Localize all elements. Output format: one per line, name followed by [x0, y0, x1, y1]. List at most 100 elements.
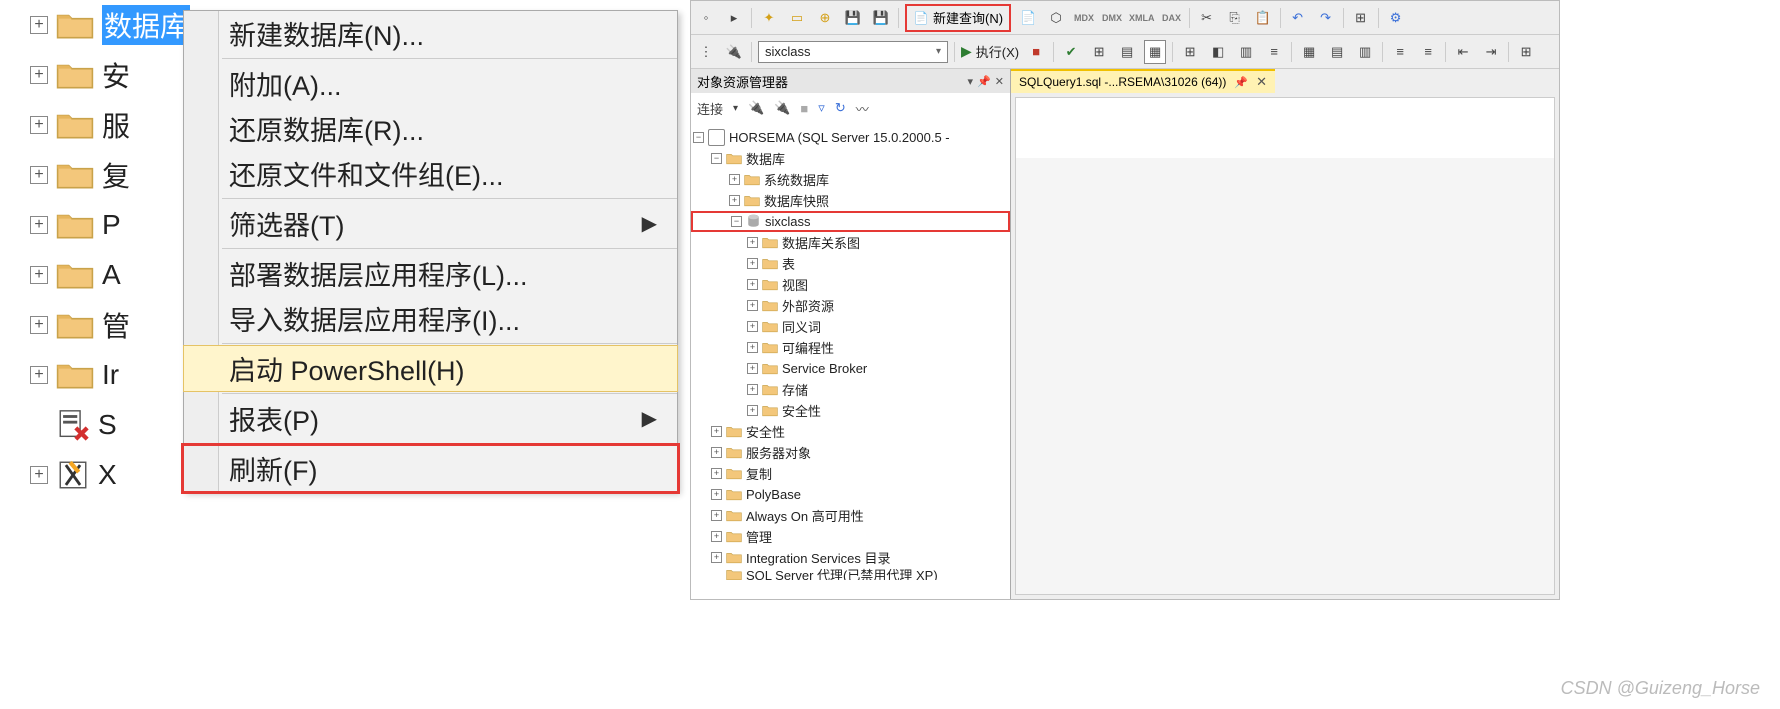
tree-node[interactable]: 存储	[691, 379, 1010, 400]
include-icon[interactable]: ⊞	[1179, 40, 1201, 64]
expand-icon[interactable]: +	[30, 166, 48, 184]
tree-node[interactable]: 视图	[691, 274, 1010, 295]
tree-node[interactable]: 安全性	[691, 421, 1010, 442]
menu-new-database[interactable]: 新建数据库(N)...	[184, 11, 677, 56]
menu-filter[interactable]: 筛选器(T)▶	[184, 201, 677, 246]
expand-icon[interactable]	[711, 468, 722, 479]
parse-icon[interactable]: ✔	[1060, 40, 1082, 64]
client-icon[interactable]: ▥	[1235, 40, 1257, 64]
expand-icon[interactable]	[711, 531, 722, 542]
dropdown-icon[interactable]: ▾	[968, 75, 974, 88]
editor-body[interactable]	[1015, 97, 1555, 595]
expand-icon[interactable]	[747, 237, 758, 248]
xmla-icon[interactable]: XMLA	[1129, 6, 1155, 30]
redo-icon[interactable]: ↷	[1315, 6, 1337, 30]
stop-icon[interactable]: ■	[1025, 40, 1047, 64]
expand-icon[interactable]	[711, 510, 722, 521]
sixclass-db-node[interactable]: sixclass	[691, 211, 1010, 232]
tree-node[interactable]: 服务器对象	[691, 442, 1010, 463]
expand-icon[interactable]	[711, 552, 722, 563]
refresh-icon[interactable]: ↻	[835, 100, 846, 116]
expand-icon[interactable]: +	[30, 66, 48, 84]
menu-start-powershell[interactable]: 启动 PowerShell(H)	[184, 346, 677, 391]
close-icon[interactable]: ✕	[1256, 74, 1267, 90]
grid-icon[interactable]: ▦	[1298, 40, 1320, 64]
add-icon[interactable]: ⊕	[814, 6, 836, 30]
expand-icon[interactable]	[747, 258, 758, 269]
expand-icon[interactable]: +	[30, 466, 48, 484]
tree-node[interactable]: Always On 高可用性	[691, 505, 1010, 526]
nav-fwd-icon[interactable]: ▸	[723, 6, 745, 30]
expand-icon[interactable]: +	[30, 366, 48, 384]
specify-icon[interactable]: ⊞	[1515, 40, 1537, 64]
pin-icon[interactable]: 📌	[1234, 76, 1248, 89]
close-icon[interactable]: ✕	[995, 75, 1004, 88]
tool-icon[interactable]: ⚙	[1385, 6, 1407, 30]
comment-icon[interactable]: ≡	[1389, 40, 1411, 64]
activity-icon[interactable]: 〰	[856, 99, 869, 118]
menu-refresh[interactable]: 刷新(F)	[184, 446, 677, 491]
expand-icon[interactable]	[711, 447, 722, 458]
menu-restore-db[interactable]: 还原数据库(R)...	[184, 106, 677, 151]
expand-icon[interactable]: +	[30, 266, 48, 284]
properties-icon[interactable]: ⊞	[1350, 6, 1372, 30]
disconnect-all-icon[interactable]: 🔌	[774, 100, 790, 116]
filter-icon[interactable]: ▿	[818, 100, 825, 116]
collapse-icon[interactable]	[711, 153, 722, 164]
tree-node[interactable]: 管理	[691, 526, 1010, 547]
database-combo[interactable]: sixclass ▾	[758, 41, 948, 63]
cube-icon[interactable]: ⬡	[1045, 6, 1067, 30]
undo-icon[interactable]: ↶	[1287, 6, 1309, 30]
expand-icon[interactable]	[747, 321, 758, 332]
connect-label[interactable]: 连接	[697, 99, 723, 118]
tree-node[interactable]: 系统数据库	[691, 169, 1010, 190]
expand-icon[interactable]: +	[30, 16, 48, 34]
tree-node[interactable]: 可编程性	[691, 337, 1010, 358]
indent-icon[interactable]: ⇤	[1452, 40, 1474, 64]
expand-icon[interactable]: +	[30, 216, 48, 234]
nav-back-icon[interactable]: ◦	[695, 6, 717, 30]
new-project-icon[interactable]: ✦	[758, 6, 780, 30]
results-grid-icon[interactable]: ▦	[1144, 40, 1166, 64]
editor-tab[interactable]: SQLQuery1.sql -...RSEMA\31026 (64)) 📌 ✕	[1011, 69, 1275, 93]
tree-node[interactable]: 安全性	[691, 400, 1010, 421]
expand-icon[interactable]	[747, 342, 758, 353]
expand-icon[interactable]	[747, 300, 758, 311]
expand-icon[interactable]	[711, 426, 722, 437]
expand-icon[interactable]	[747, 405, 758, 416]
file-icon[interactable]: ▥	[1354, 40, 1376, 64]
collapse-icon[interactable]	[731, 216, 742, 227]
expand-icon[interactable]	[747, 363, 758, 374]
copy-icon[interactable]: ⎘	[1224, 6, 1246, 30]
server-node[interactable]: HORSEMA (SQL Server 15.0.2000.5 -	[691, 127, 1010, 148]
dax-icon[interactable]: DAX	[1161, 6, 1183, 30]
save-icon[interactable]: 💾	[842, 6, 864, 30]
sql-agent-node[interactable]: SQL Server 代理(已禁用代理 XP)	[691, 568, 1010, 580]
databases-node[interactable]: 数据库	[691, 148, 1010, 169]
expand-icon[interactable]	[729, 195, 740, 206]
tree-node[interactable]: 数据库关系图	[691, 232, 1010, 253]
tree-node[interactable]: 外部资源	[691, 295, 1010, 316]
dmx-icon[interactable]: DMX	[1101, 6, 1123, 30]
plan-icon[interactable]: ⊞	[1088, 40, 1110, 64]
menu-deploy-dac[interactable]: 部署数据层应用程序(L)...	[184, 251, 677, 296]
menu-reports[interactable]: 报表(P)▶	[184, 396, 677, 441]
tree-node[interactable]: 表	[691, 253, 1010, 274]
expand-icon[interactable]	[747, 384, 758, 395]
results-icon[interactable]: ▤	[1116, 40, 1138, 64]
mdx-icon[interactable]: MDX	[1073, 6, 1095, 30]
expand-icon[interactable]	[747, 279, 758, 290]
expand-icon[interactable]	[711, 489, 722, 500]
stop-icon[interactable]: ■	[800, 101, 808, 116]
execute-button[interactable]: ▶ 执行(X)	[961, 42, 1019, 61]
tree-node[interactable]: 数据库快照	[691, 190, 1010, 211]
open-icon[interactable]: ▭	[786, 6, 808, 30]
expand-icon[interactable]	[729, 174, 740, 185]
collapse-icon[interactable]	[693, 132, 704, 143]
expand-icon[interactable]: +	[30, 316, 48, 334]
pin-icon[interactable]: 📌	[977, 75, 991, 88]
tree-node[interactable]: 同义词	[691, 316, 1010, 337]
tree-node[interactable]: Service Broker	[691, 358, 1010, 379]
stats-icon[interactable]: ◧	[1207, 40, 1229, 64]
tree-node[interactable]: 复制	[691, 463, 1010, 484]
